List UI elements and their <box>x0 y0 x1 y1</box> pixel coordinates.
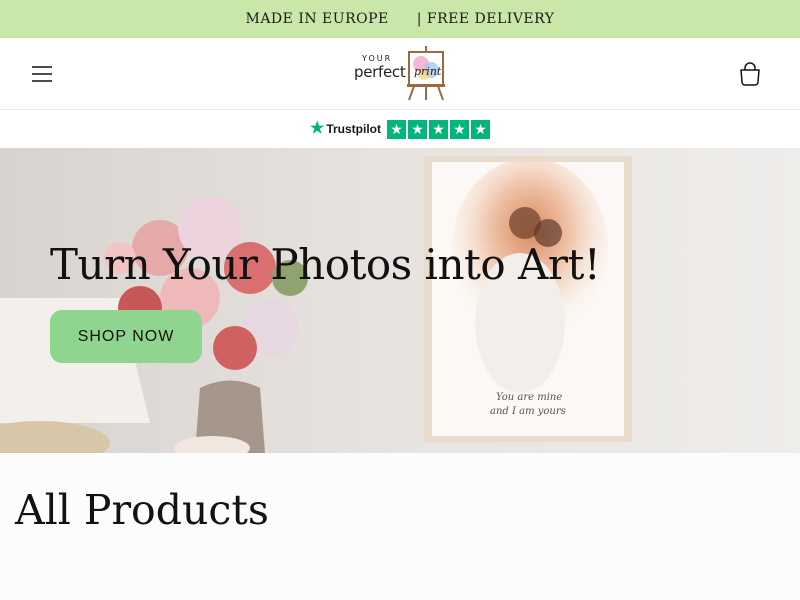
announcement-bar: MADE IN EUROPE | FREE DELIVERY <box>0 0 800 38</box>
site-logo[interactable]: YOUR perfect print <box>352 46 448 102</box>
rating-star-icon: ★ <box>471 119 490 139</box>
rating-star-icon: ★ <box>429 119 448 139</box>
hero-background-image: You are mine and I am yours <box>0 148 800 453</box>
site-header: YOUR perfect print <box>0 38 800 110</box>
shop-now-button[interactable]: SHOP NOW <box>50 310 202 363</box>
frame-caption-line2: and I am yours <box>490 406 566 417</box>
trustpilot-star-icon: ★ <box>309 120 325 137</box>
trustpilot-widget[interactable]: ★ Trustpilot ★ ★ ★ ★ ★ <box>0 110 800 148</box>
logo-text-perfect: perfect <box>354 63 406 81</box>
section-title-all-products: All Products <box>15 486 269 534</box>
trustpilot-rating: ★ ★ ★ ★ ★ <box>387 119 490 139</box>
logo-text-print: print <box>414 65 442 78</box>
logo-text-your: YOUR <box>362 54 393 63</box>
hamburger-menu-icon[interactable] <box>26 58 58 90</box>
trustpilot-logo: ★ Trustpilot <box>310 121 381 137</box>
hero-title: Turn Your Photos into Art! <box>50 240 601 289</box>
rating-star-icon: ★ <box>408 119 427 139</box>
rating-star-icon: ★ <box>450 119 469 139</box>
hero-banner: You are mine and I am yours Turn Your Ph… <box>0 148 800 453</box>
trustpilot-label: Trustpilot <box>326 122 381 136</box>
rating-star-icon: ★ <box>387 119 406 139</box>
frame-caption-line1: You are mine <box>496 392 562 403</box>
announcement-made-in-europe: MADE IN EUROPE <box>245 11 389 27</box>
cart-icon[interactable] <box>734 58 766 90</box>
announcement-free-delivery: | FREE DELIVERY <box>416 11 555 27</box>
